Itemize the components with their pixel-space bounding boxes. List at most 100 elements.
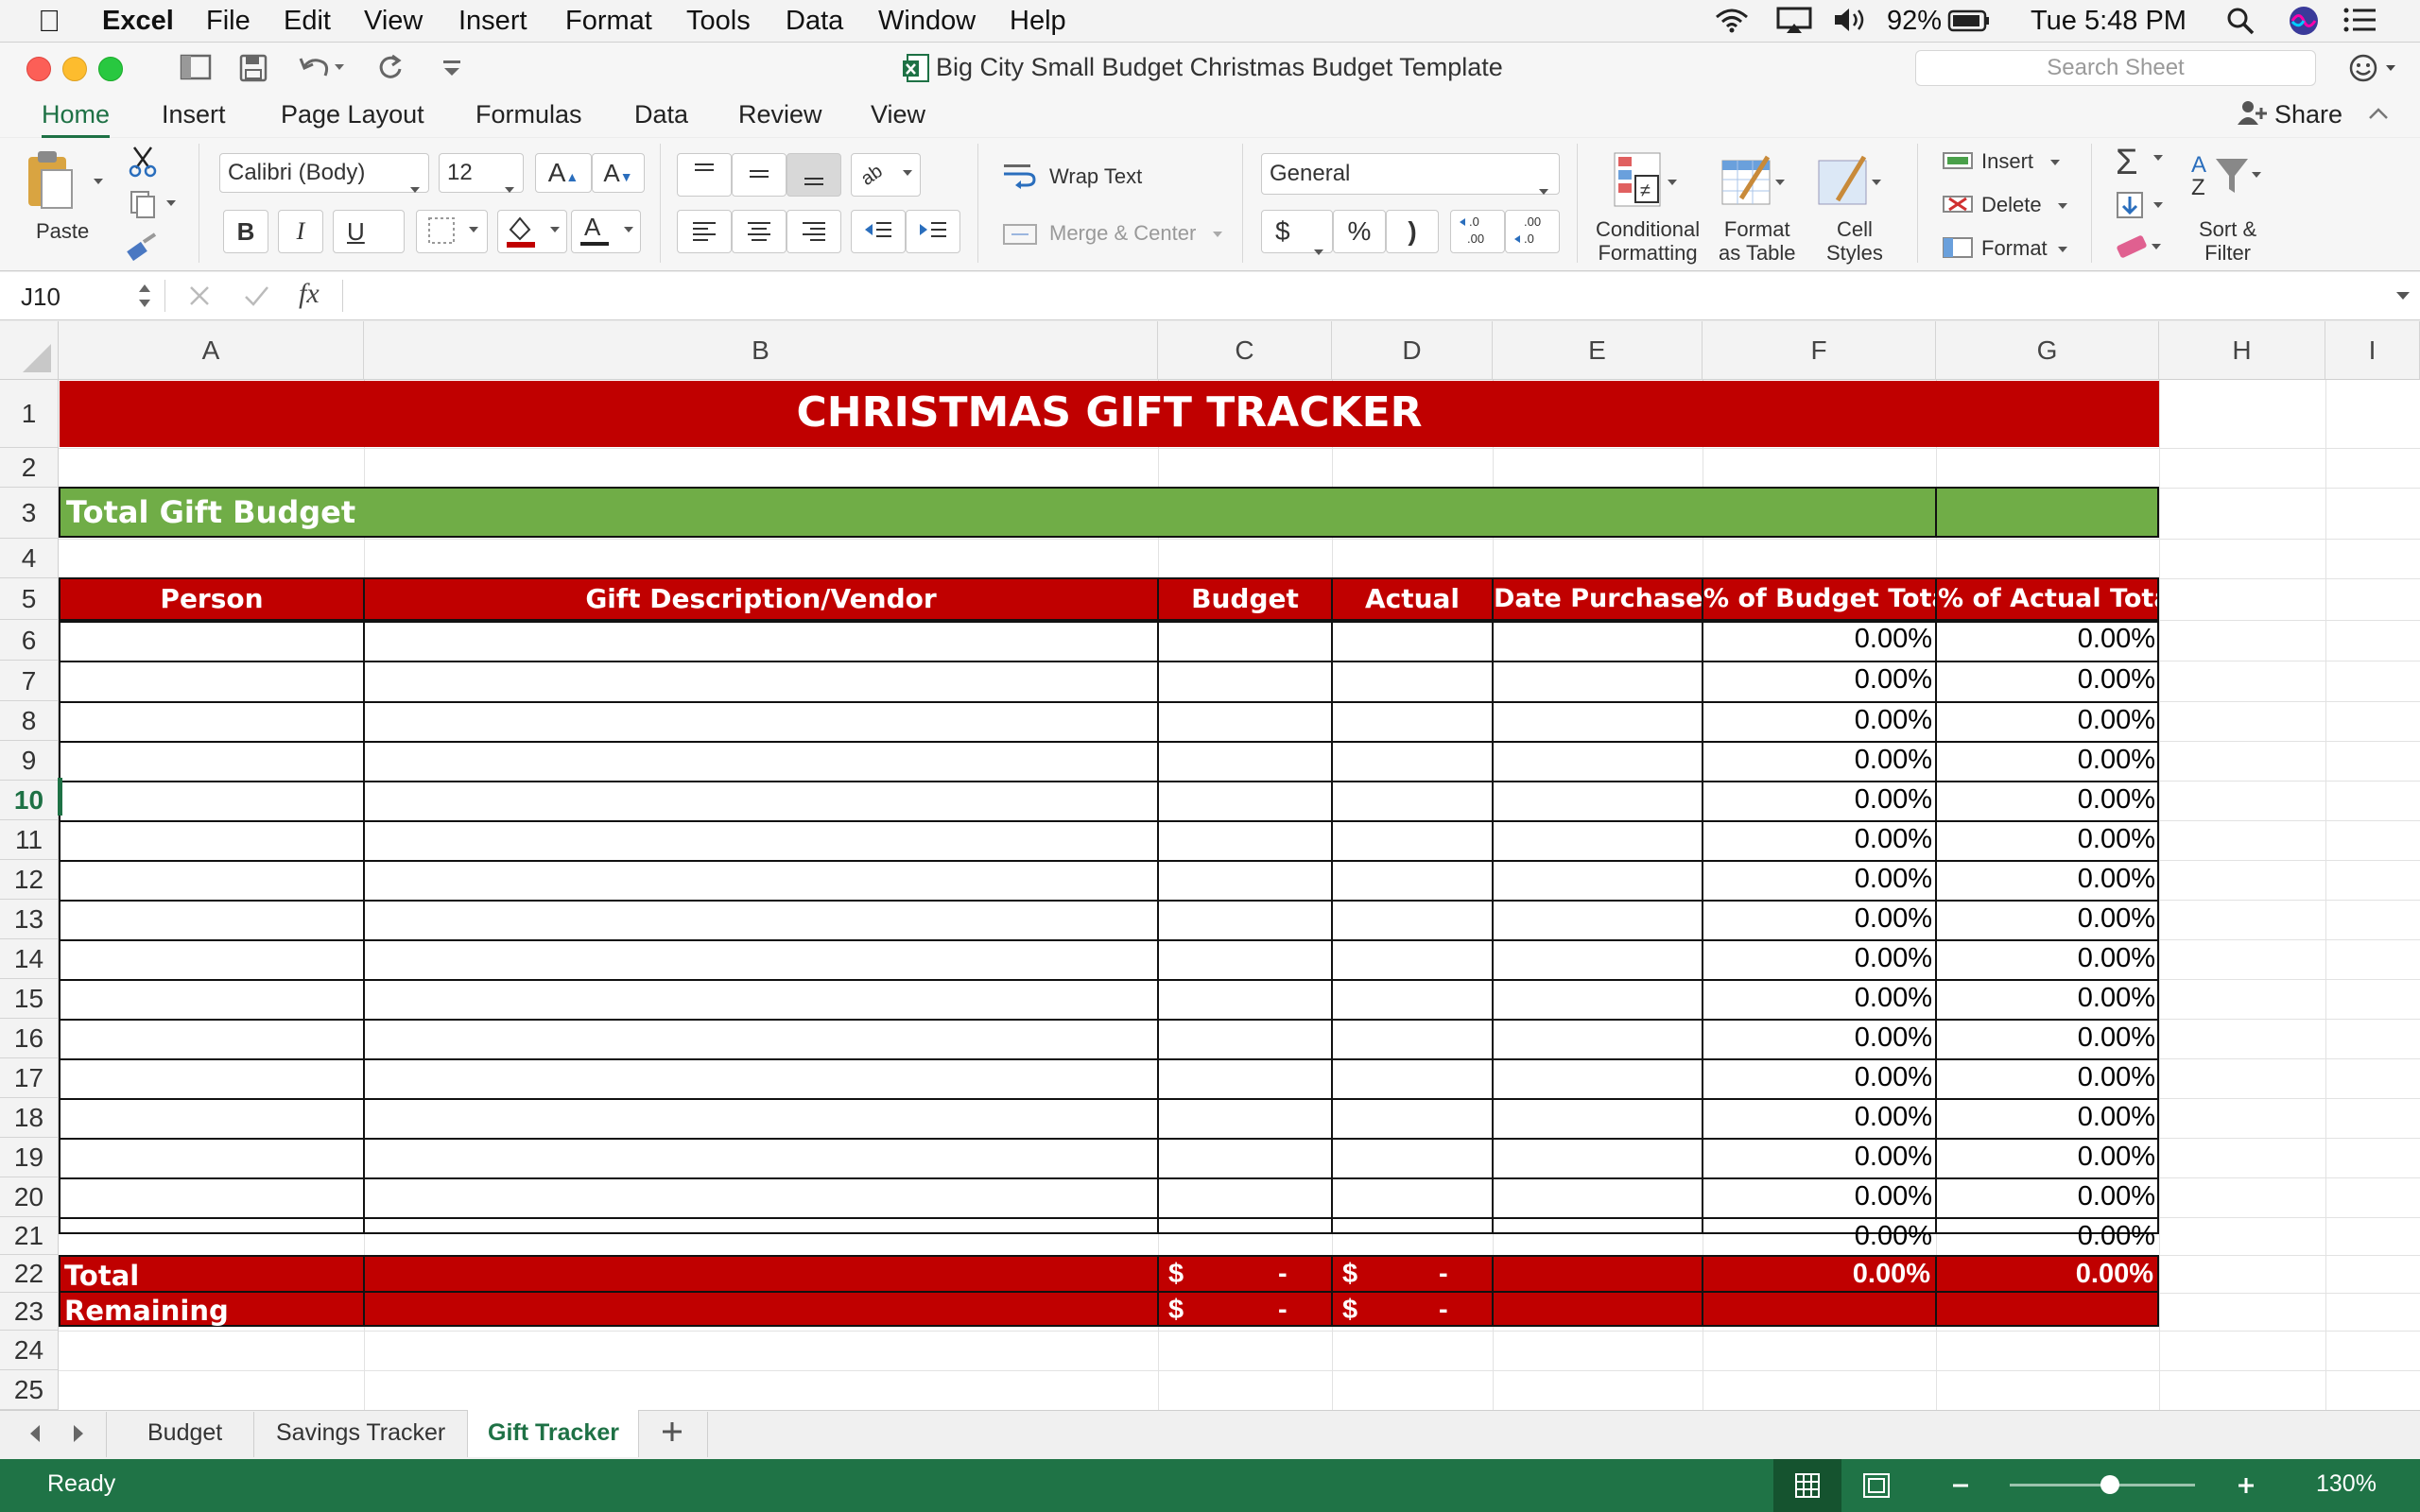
pct-actual-cell[interactable]: 0.00% [1938,943,2155,974]
save-icon[interactable] [238,53,268,91]
cut-icon[interactable] [127,144,159,182]
next-sheet-icon[interactable] [70,1422,87,1450]
comma-style-button[interactable]: ) [1386,210,1439,253]
sheet-title[interactable]: CHRISTMAS GIFT TRACKER [60,381,2159,447]
bold-button[interactable]: B [223,210,268,253]
tab-insert[interactable]: Insert [162,100,226,129]
font-color-button[interactable]: A [571,210,641,253]
pct-budget-cell[interactable]: 0.00% [1703,624,1932,655]
column-header-d[interactable]: D [1332,321,1493,380]
borders-button[interactable] [416,210,488,253]
pct-budget-cell[interactable]: 0.00% [1703,705,1932,736]
row-header-14[interactable]: 14 [0,939,59,979]
menu-file[interactable]: File [206,6,251,36]
undo-icon[interactable] [297,53,346,89]
sort-filter-button[interactable]: Sort & Filter [2199,217,2256,265]
format-as-table-button[interactable]: Format as Table [1719,217,1796,265]
total-actual-value[interactable]: - [1439,1259,1448,1290]
sidebar-toggle-icon[interactable] [180,53,212,89]
column-header-a[interactable]: A [59,321,364,380]
align-right-button[interactable] [786,210,841,253]
header-person[interactable]: Person [60,579,363,619]
column-header-h[interactable]: H [2159,321,2325,380]
menu-help[interactable]: Help [1010,6,1066,36]
expand-formula-bar-icon[interactable] [2395,289,2411,306]
align-bottom-button[interactable] [786,153,841,197]
tab-review[interactable]: Review [738,100,822,129]
pct-actual-cell[interactable]: 0.00% [1938,1022,2155,1054]
spotlight-icon[interactable] [2225,6,2256,43]
row-header-7[interactable]: 7 [0,661,59,701]
format-cells-button[interactable]: Format [1981,236,2048,261]
zoom-out-icon[interactable] [1949,1472,1972,1503]
row-header-15[interactable]: 15 [0,979,59,1019]
wifi-icon[interactable] [1713,6,1751,41]
formula-input[interactable] [359,282,2382,310]
fill-color-button[interactable] [497,210,567,253]
orientation-button[interactable]: ab [851,153,921,197]
name-box[interactable]: J10 [21,283,60,312]
pct-actual-cell[interactable]: 0.00% [1938,624,2155,655]
percent-style-button[interactable]: % [1333,210,1386,253]
italic-button[interactable]: I [278,210,323,253]
paste-options-chevron-icon[interactable] [93,174,104,191]
pct-budget-cell[interactable]: 0.00% [1703,1102,1932,1133]
conditional-formatting-button[interactable]: Conditional Formatting [1596,217,1700,265]
total-budget-currency[interactable]: $ [1168,1259,1184,1290]
pct-budget-cell[interactable]: 0.00% [1703,1221,1932,1252]
pct-budget-cell[interactable]: 0.00% [1703,1022,1932,1054]
pct-actual-cell[interactable]: 0.00% [1938,664,2155,696]
remaining-label[interactable]: Remaining [64,1295,229,1327]
minimize-window-button[interactable] [62,57,87,81]
menu-data[interactable]: Data [786,6,843,36]
total-budget-value[interactable]: - [1278,1259,1288,1290]
pct-actual-cell[interactable]: 0.00% [1938,1062,2155,1093]
merge-center-icon[interactable] [1002,219,1040,252]
row-header-23[interactable]: 23 [0,1293,59,1331]
redo-icon[interactable] [376,53,405,89]
column-header-g[interactable]: G [1936,321,2159,380]
menu-view[interactable]: View [364,6,423,36]
tab-view[interactable]: View [871,100,925,129]
row-header-8[interactable]: 8 [0,701,59,741]
delete-cells-icon[interactable] [1942,191,1976,222]
sheet-tab-budget[interactable]: Budget [147,1419,222,1447]
zoom-window-button[interactable] [98,57,123,81]
select-all-corner[interactable] [0,321,59,380]
tab-formulas[interactable]: Formulas [475,100,582,129]
notification-center-icon[interactable] [2342,6,2377,41]
fill-icon[interactable] [2114,189,2170,228]
decrease-decimal-button[interactable]: .00.0 [1505,210,1560,253]
number-format-dropdown[interactable]: General [1261,153,1560,195]
pct-budget-cell[interactable]: 0.00% [1703,1062,1932,1093]
pct-budget-cell[interactable]: 0.00% [1703,824,1932,855]
sort-filter-icon[interactable]: AZ [2189,151,2265,201]
chevron-down-icon[interactable] [2049,155,2061,172]
chevron-down-icon[interactable] [2057,198,2068,215]
paste-label[interactable]: Paste [36,219,89,244]
pct-actual-cell[interactable]: 0.00% [1938,903,2155,935]
apple-icon[interactable]:  [38,6,60,36]
row-header-24[interactable]: 24 [0,1331,59,1370]
enter-formula-icon[interactable] [242,282,270,315]
row-header-21[interactable]: 21 [0,1217,59,1255]
pct-budget-cell[interactable]: 0.00% [1703,1142,1932,1173]
font-name-dropdown[interactable]: Calibri (Body) [219,153,429,193]
insert-cells-button[interactable]: Insert [1981,149,2033,174]
zoom-level[interactable]: 130% [2316,1470,2377,1498]
total-label[interactable]: Total [64,1260,139,1292]
battery-icon[interactable] [1947,9,1991,40]
row-header-6[interactable]: 6 [0,620,59,661]
header-gift-description[interactable]: Gift Description/Vendor [365,579,1157,619]
align-left-button[interactable] [677,210,732,253]
row-header-16[interactable]: 16 [0,1019,59,1058]
total-pct-actual[interactable]: 0.00% [1938,1259,2153,1290]
spreadsheet-grid[interactable]: ABCDEFGHI 1 2 3 4 5 6 7 8 9 10 11 12 13 14 15 16 17 18 19 2… [0,321,2420,1411]
sheet-tab-savings-tracker[interactable]: Savings Tracker [276,1419,445,1447]
font-size-dropdown[interactable]: 12 [439,153,524,193]
remaining-budget-currency[interactable]: $ [1168,1295,1184,1326]
increase-font-size-button[interactable]: A▲ [535,153,592,193]
total-gift-budget-value[interactable] [1935,487,2159,538]
insert-function-button[interactable]: fx [299,278,320,310]
page-layout-view-icon[interactable] [1862,1472,1891,1503]
